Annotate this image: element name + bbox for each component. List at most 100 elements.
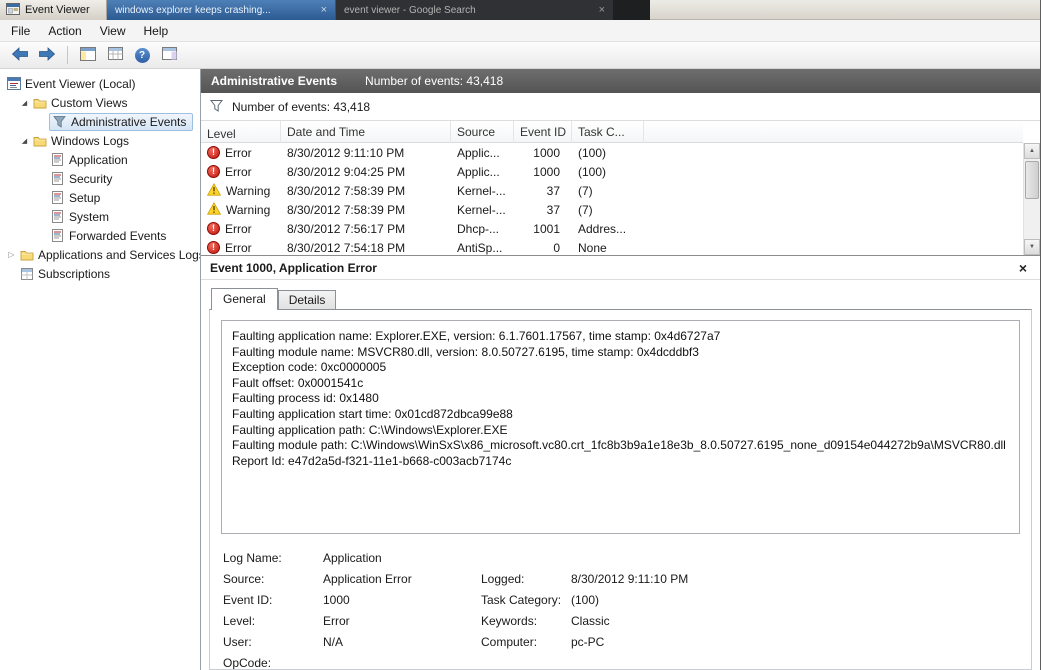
cell-level: Error [225, 221, 252, 236]
tree-label: Forwarded Events [69, 228, 167, 243]
tree-label: Application [69, 152, 128, 167]
description-line: Report Id: e47d2a5d-f321-11e1-b668-c003a… [232, 453, 512, 468]
preview-pane: Event 1000, Application Error × General … [201, 255, 1040, 670]
cell-source: Kernel-... [457, 202, 506, 217]
console-tree-icon [80, 46, 96, 64]
description-line: Faulting application path: C:\Windows\Ex… [232, 422, 508, 437]
property-row: Source: Application Error Logged: 8/30/2… [223, 568, 1020, 589]
property-row: OpCode: [223, 652, 1020, 670]
tab-close-icon[interactable]: × [599, 4, 605, 16]
cell-task: (100) [578, 145, 607, 160]
table-body: ! Error 8/30/2012 9:11:10 PM Applic... 10… [201, 143, 1023, 255]
browser-tab-background[interactable]: event viewer - Google Search × [335, 0, 613, 20]
cell-event-id: 1000 [533, 145, 560, 160]
property-value: pc-PC [571, 634, 605, 649]
property-label: Event ID: [223, 592, 273, 607]
tab-general[interactable]: General [211, 288, 278, 310]
error-icon: ! [207, 165, 220, 178]
table-row[interactable]: ! Error 8/30/2012 7:54:18 PM AntiSp... 0 … [201, 238, 1023, 255]
collapse-icon[interactable]: ▷ [5, 250, 18, 259]
table-row[interactable]: ! Error 8/30/2012 9:04:25 PM Applic... 10… [201, 162, 1023, 181]
scrollbar-thumb[interactable] [1025, 161, 1039, 199]
show-console-tree-button[interactable] [76, 44, 100, 66]
sidebar-item-subscriptions[interactable]: Subscriptions [0, 264, 200, 283]
sidebar-item-security[interactable]: Security [0, 169, 200, 188]
sidebar-item-application[interactable]: Application [0, 150, 200, 169]
browser-tab-active[interactable]: windows explorer keeps crashing... × [107, 0, 335, 20]
scroll-up-icon[interactable]: ▲ [1024, 143, 1040, 159]
expand-icon[interactable]: ◢ [18, 99, 31, 107]
log-icon [49, 191, 66, 204]
property-row: Log Name: Application [223, 547, 1020, 568]
cell-source: AntiSp... [457, 240, 503, 255]
cell-datetime: 8/30/2012 9:04:25 PM [287, 164, 406, 179]
sidebar-item-windows-logs[interactable]: ◢ Windows Logs [0, 131, 200, 150]
filter-summary-row[interactable]: Number of events: 43,418 [201, 93, 1040, 121]
menu-bar: File Action View Help [0, 20, 1040, 42]
menu-help[interactable]: Help [135, 21, 178, 41]
cell-datetime: 8/30/2012 7:58:39 PM [287, 183, 406, 198]
column-header-task-category[interactable]: Task C... [572, 121, 644, 143]
sidebar-item-custom-views[interactable]: ◢ Custom Views [0, 93, 200, 112]
cell-task: Addres... [578, 221, 627, 236]
table-row[interactable]: ! Error 8/30/2012 7:56:17 PM Dhcp-... 100… [201, 219, 1023, 238]
sidebar-item-forwarded-events[interactable]: Forwarded Events [0, 226, 200, 245]
property-label: User: [223, 634, 252, 649]
cell-level: Error [225, 164, 252, 179]
table-row[interactable]: Warning 8/30/2012 7:58:39 PM Kernel-... … [201, 200, 1023, 219]
vertical-scrollbar[interactable]: ▲ ▼ [1023, 143, 1040, 255]
event-description-box[interactable]: Faulting application name: Explorer.EXE,… [221, 320, 1020, 534]
expand-icon[interactable]: ◢ [18, 137, 31, 145]
property-row: Event ID: 1000 Task Category: (100) [223, 589, 1020, 610]
tree-label: System [69, 209, 110, 224]
console-tree: Event Viewer (Local) ◢ Custom Views Admi… [0, 69, 201, 670]
menu-file[interactable]: File [2, 21, 39, 41]
column-header-level[interactable]: Level [201, 121, 281, 143]
results-pane: Number of events: 43,418 Level Date and … [201, 93, 1040, 670]
property-label: Level: [223, 613, 256, 628]
window-body: Event Viewer (Local) ◢ Custom Views Admi… [0, 69, 1040, 670]
back-button[interactable] [8, 44, 32, 66]
tab-details[interactable]: Details [277, 290, 337, 309]
tree-label: Applications and Services Logs [38, 247, 200, 262]
log-icon [49, 229, 66, 242]
tree-root-event-viewer-local[interactable]: Event Viewer (Local) [0, 74, 200, 93]
toolbar-separator [67, 46, 68, 64]
forward-button[interactable] [35, 44, 59, 66]
app-icon [6, 2, 20, 18]
scroll-down-icon[interactable]: ▼ [1024, 239, 1040, 255]
column-header-event-id[interactable]: Event ID [514, 121, 572, 143]
subscriptions-icon [18, 267, 35, 280]
column-header-source[interactable]: Source [451, 121, 514, 143]
cell-task: (7) [578, 202, 593, 217]
sidebar-item-administrative-events[interactable]: Administrative Events [0, 112, 200, 131]
preview-pane-header: Event 1000, Application Error × [201, 256, 1040, 280]
menu-action[interactable]: Action [39, 21, 90, 41]
property-value: Classic [571, 613, 610, 628]
cell-source: Dhcp-... [457, 221, 500, 236]
window-title-fragment[interactable]: Event Viewer [0, 0, 107, 20]
property-value: Application [323, 550, 382, 565]
event-viewer-window: windows explorer keeps crashing... × eve… [0, 0, 1041, 670]
table-row[interactable]: Warning 8/30/2012 7:58:39 PM Kernel-... … [201, 181, 1023, 200]
description-line: Fault offset: 0x0001541c [232, 375, 364, 390]
tree-label: Event Viewer (Local) [25, 76, 136, 91]
tab-close-icon[interactable]: × [321, 4, 327, 16]
column-header-date-time[interactable]: Date and Time [281, 121, 451, 143]
help-button[interactable]: ? [130, 44, 154, 66]
property-label: Task Category: [481, 592, 562, 607]
close-icon[interactable]: × [1015, 260, 1031, 276]
table-header: Level Date and Time Source Event ID Task… [201, 121, 1023, 143]
menu-view[interactable]: View [91, 21, 135, 41]
cell-event-id: 37 [546, 202, 560, 217]
sidebar-item-system[interactable]: System [0, 207, 200, 226]
export-list-button[interactable] [103, 44, 127, 66]
event-viewer-icon [5, 77, 22, 90]
sidebar-item-applications-and-services-logs[interactable]: ▷ Applications and Services Logs [0, 245, 200, 264]
folder-icon [18, 249, 35, 261]
action-pane-button[interactable] [157, 44, 181, 66]
scrollbar-track[interactable] [1024, 159, 1040, 239]
sidebar-item-setup[interactable]: Setup [0, 188, 200, 207]
table-row[interactable]: ! Error 8/30/2012 9:11:10 PM Applic... 10… [201, 143, 1023, 162]
event-count: Number of events: 43,418 [365, 74, 504, 88]
